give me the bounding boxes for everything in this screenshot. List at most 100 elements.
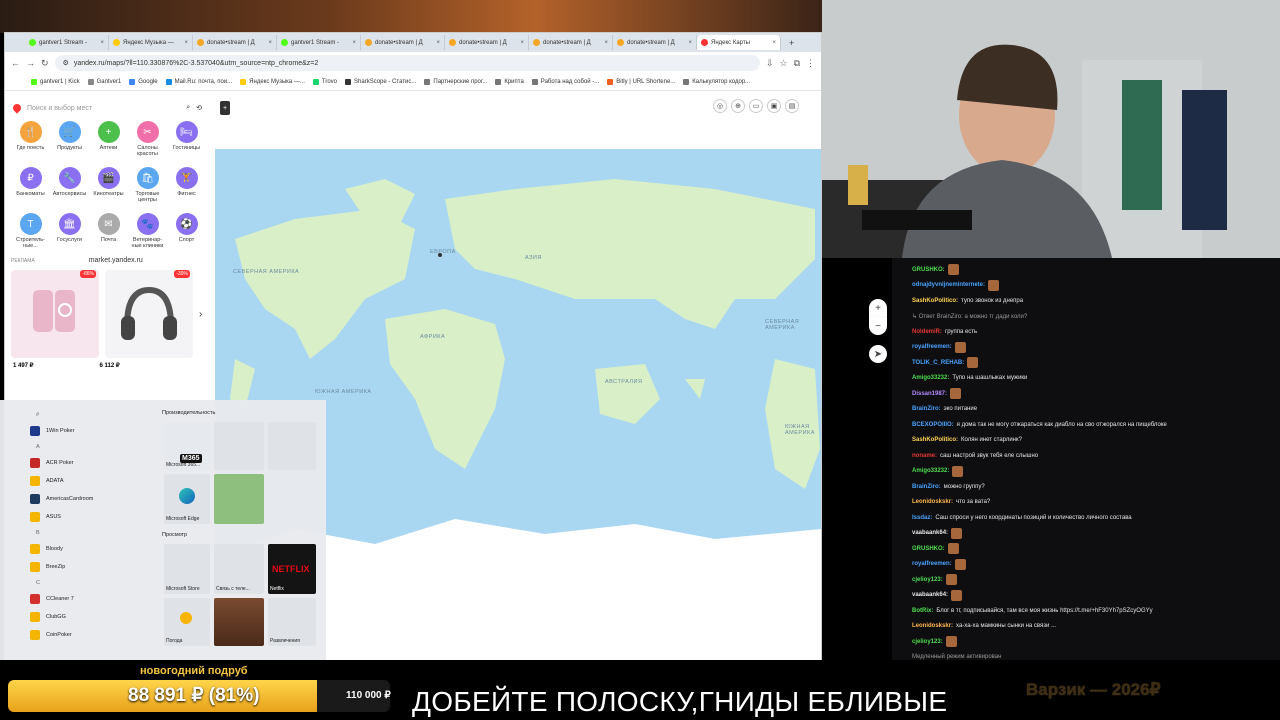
chat-username[interactable]: SashKoPolitico: (912, 298, 958, 304)
close-icon[interactable]: × (520, 40, 524, 46)
category-button[interactable]: 🛍 Торговые центры (128, 167, 167, 211)
app-list-item[interactable]: AmericasCardroom (8, 490, 148, 508)
app-list-item[interactable]: ASUS (8, 508, 148, 526)
bookmark-item[interactable]: SharkScope - Статис... (345, 79, 416, 85)
close-icon[interactable]: × (688, 40, 692, 46)
edge-tile[interactable]: Microsoft Edge (164, 474, 210, 524)
category-button[interactable]: 🛏 Гостиницы (167, 121, 206, 165)
app-list-item[interactable]: Bloody (8, 540, 148, 558)
chat-username[interactable]: Leonidoskskr: (912, 623, 953, 629)
bookmark-item[interactable]: gantver1 | Kick (31, 79, 80, 85)
search-input[interactable]: Поиск и выбор мест (27, 105, 180, 112)
category-button[interactable]: 🏛 Госуслуги (50, 213, 89, 257)
chat-username[interactable]: vaabaank64: (912, 530, 948, 536)
layers-icon[interactable]: ◎ (713, 99, 727, 113)
browser-tab[interactable]: donate•stream | Д × (613, 35, 697, 50)
back-icon[interactable]: ← (11, 58, 20, 68)
category-button[interactable]: ₽ Банкоматы (11, 167, 50, 211)
browser-tab[interactable]: donate•stream | Д × (529, 35, 613, 50)
extensions-icon[interactable]: ⧉ (794, 58, 800, 69)
category-button[interactable]: 🐾 Ветеринар-ные клиники (128, 213, 167, 257)
phone-preview-tile[interactable] (214, 474, 264, 524)
bookmark-item[interactable]: Google (129, 79, 158, 85)
bookmark-item[interactable]: Работа над собой -... (531, 79, 599, 85)
zoom-out-button[interactable]: − (869, 317, 887, 335)
outlook-tile[interactable] (268, 422, 316, 470)
entertainment-tile[interactable]: Развлечения (268, 598, 316, 646)
zoom-in-button[interactable]: + (869, 299, 887, 317)
maps-search[interactable]: Поиск и выбор мест ⌕ ⟲ (11, 99, 202, 117)
product-card[interactable]: -39% (105, 270, 193, 358)
bookmark-item[interactable]: Яндекс Музыка —... (240, 79, 305, 85)
game-tile[interactable] (214, 598, 264, 646)
app-list-letter[interactable]: C (8, 576, 148, 590)
browser-tab[interactable]: donate•stream | Д × (445, 35, 529, 50)
app-list-item[interactable]: BreeZip (8, 558, 148, 576)
bookmark-star-icon[interactable]: ☆ (779, 58, 787, 69)
weather-tile[interactable]: Погода (164, 598, 210, 646)
close-icon[interactable]: × (772, 40, 776, 46)
chat-username[interactable]: royalfreemen: (912, 344, 952, 350)
category-button[interactable]: 🛒 Продукты (50, 121, 89, 165)
bookmark-item[interactable]: Gantver1 (87, 79, 121, 85)
app-list-item[interactable]: ClubGG (8, 608, 148, 626)
ruler-icon[interactable]: ▭ (749, 99, 763, 113)
geolocation-button[interactable]: ➤ (869, 345, 887, 363)
browser-tab[interactable]: Яндекс Карты × (697, 35, 781, 50)
chat-username[interactable]: GRUSHKO: (912, 267, 945, 273)
forward-icon[interactable]: → (26, 58, 35, 68)
chat-username[interactable]: BrainZiro: (912, 484, 941, 490)
app-list-item[interactable]: ACR Poker (8, 454, 148, 472)
install-icon[interactable]: ⇩ (766, 58, 774, 69)
app-list-item[interactable]: CoinPoker (8, 626, 148, 644)
close-icon[interactable]: × (184, 40, 188, 46)
app-list-letter[interactable]: # (8, 408, 148, 422)
ad-store[interactable]: market.yandex.ru (89, 257, 143, 264)
app-list-item[interactable]: ADATA (8, 472, 148, 490)
new-tab-icon[interactable]: + (789, 38, 794, 48)
chat-username[interactable]: Leonidoskskr: (912, 499, 953, 505)
store-tile[interactable]: Microsoft Store (164, 544, 210, 594)
route-icon[interactable]: ⟲ (196, 104, 202, 112)
product-card[interactable]: -86% (11, 270, 99, 358)
category-button[interactable]: ✂ Салоны красоты (128, 121, 167, 165)
chat-username[interactable]: TOLIK_C_REHAB: (912, 360, 964, 366)
chat-username[interactable]: NoldemiR: (912, 329, 942, 335)
phone-link-tile[interactable]: Связь с теле... (214, 544, 264, 594)
bookmark-item[interactable]: Калькулятор кодор... (683, 79, 750, 85)
close-icon[interactable]: × (436, 40, 440, 46)
category-button[interactable]: ✉ Почта (89, 213, 128, 257)
browser-tab[interactable]: donate•stream | Д × (193, 35, 277, 50)
carousel-next-icon[interactable]: › (199, 309, 202, 320)
chat-username[interactable]: GRUSHKO: (912, 546, 945, 552)
chat-username[interactable]: cjelioy123: (912, 639, 943, 645)
site-info-icon[interactable]: ⚙ (63, 59, 69, 67)
chat-username[interactable]: odnajdyvnijneminternete: (912, 282, 985, 288)
chat-username[interactable]: Amigo33232: (912, 375, 949, 381)
close-icon[interactable]: × (604, 40, 608, 46)
category-button[interactable]: 🔧 Автосервисы (50, 167, 89, 211)
panorama-icon[interactable]: ⊕ (731, 99, 745, 113)
browser-tab[interactable]: gantver1 Stream - × (277, 35, 361, 50)
chat-username[interactable]: BrainZiro: (912, 406, 941, 412)
close-icon[interactable]: × (268, 40, 272, 46)
app-list-item[interactable]: CCleaner 7 (8, 590, 148, 608)
chat-username[interactable]: Amigo33232: (912, 468, 949, 474)
bookmark-item[interactable]: Mail.Ru: почта, пои... (165, 79, 232, 85)
reload-icon[interactable]: ↻ (41, 58, 49, 69)
chat-username[interactable]: vaabaank64: (912, 592, 948, 598)
transport-icon[interactable]: ▣ (767, 99, 781, 113)
category-button[interactable]: ⚽ Спорт (167, 213, 206, 257)
sidebar-toggle-button[interactable]: + (220, 101, 230, 115)
browser-tab[interactable]: Яндекс Музыка — × (109, 35, 193, 50)
category-button[interactable]: 🏋 Фитнес (167, 167, 206, 211)
app-list-item[interactable]: 1Win Poker (8, 422, 148, 440)
category-button[interactable]: 🎬 Кинотеатры (89, 167, 128, 211)
m365-tile[interactable]: M365 Microsoft 365... (164, 422, 210, 470)
category-button[interactable]: T Строитель-ные... (11, 213, 50, 257)
menu-icon[interactable]: ⋮ (806, 58, 815, 69)
chat-username[interactable]: Dissan1987: (912, 391, 947, 397)
category-button[interactable]: + Аптеки (89, 121, 128, 165)
chat-username[interactable]: SashKoPolitico: (912, 437, 958, 443)
chat-username[interactable]: Issdaz: (912, 515, 932, 521)
